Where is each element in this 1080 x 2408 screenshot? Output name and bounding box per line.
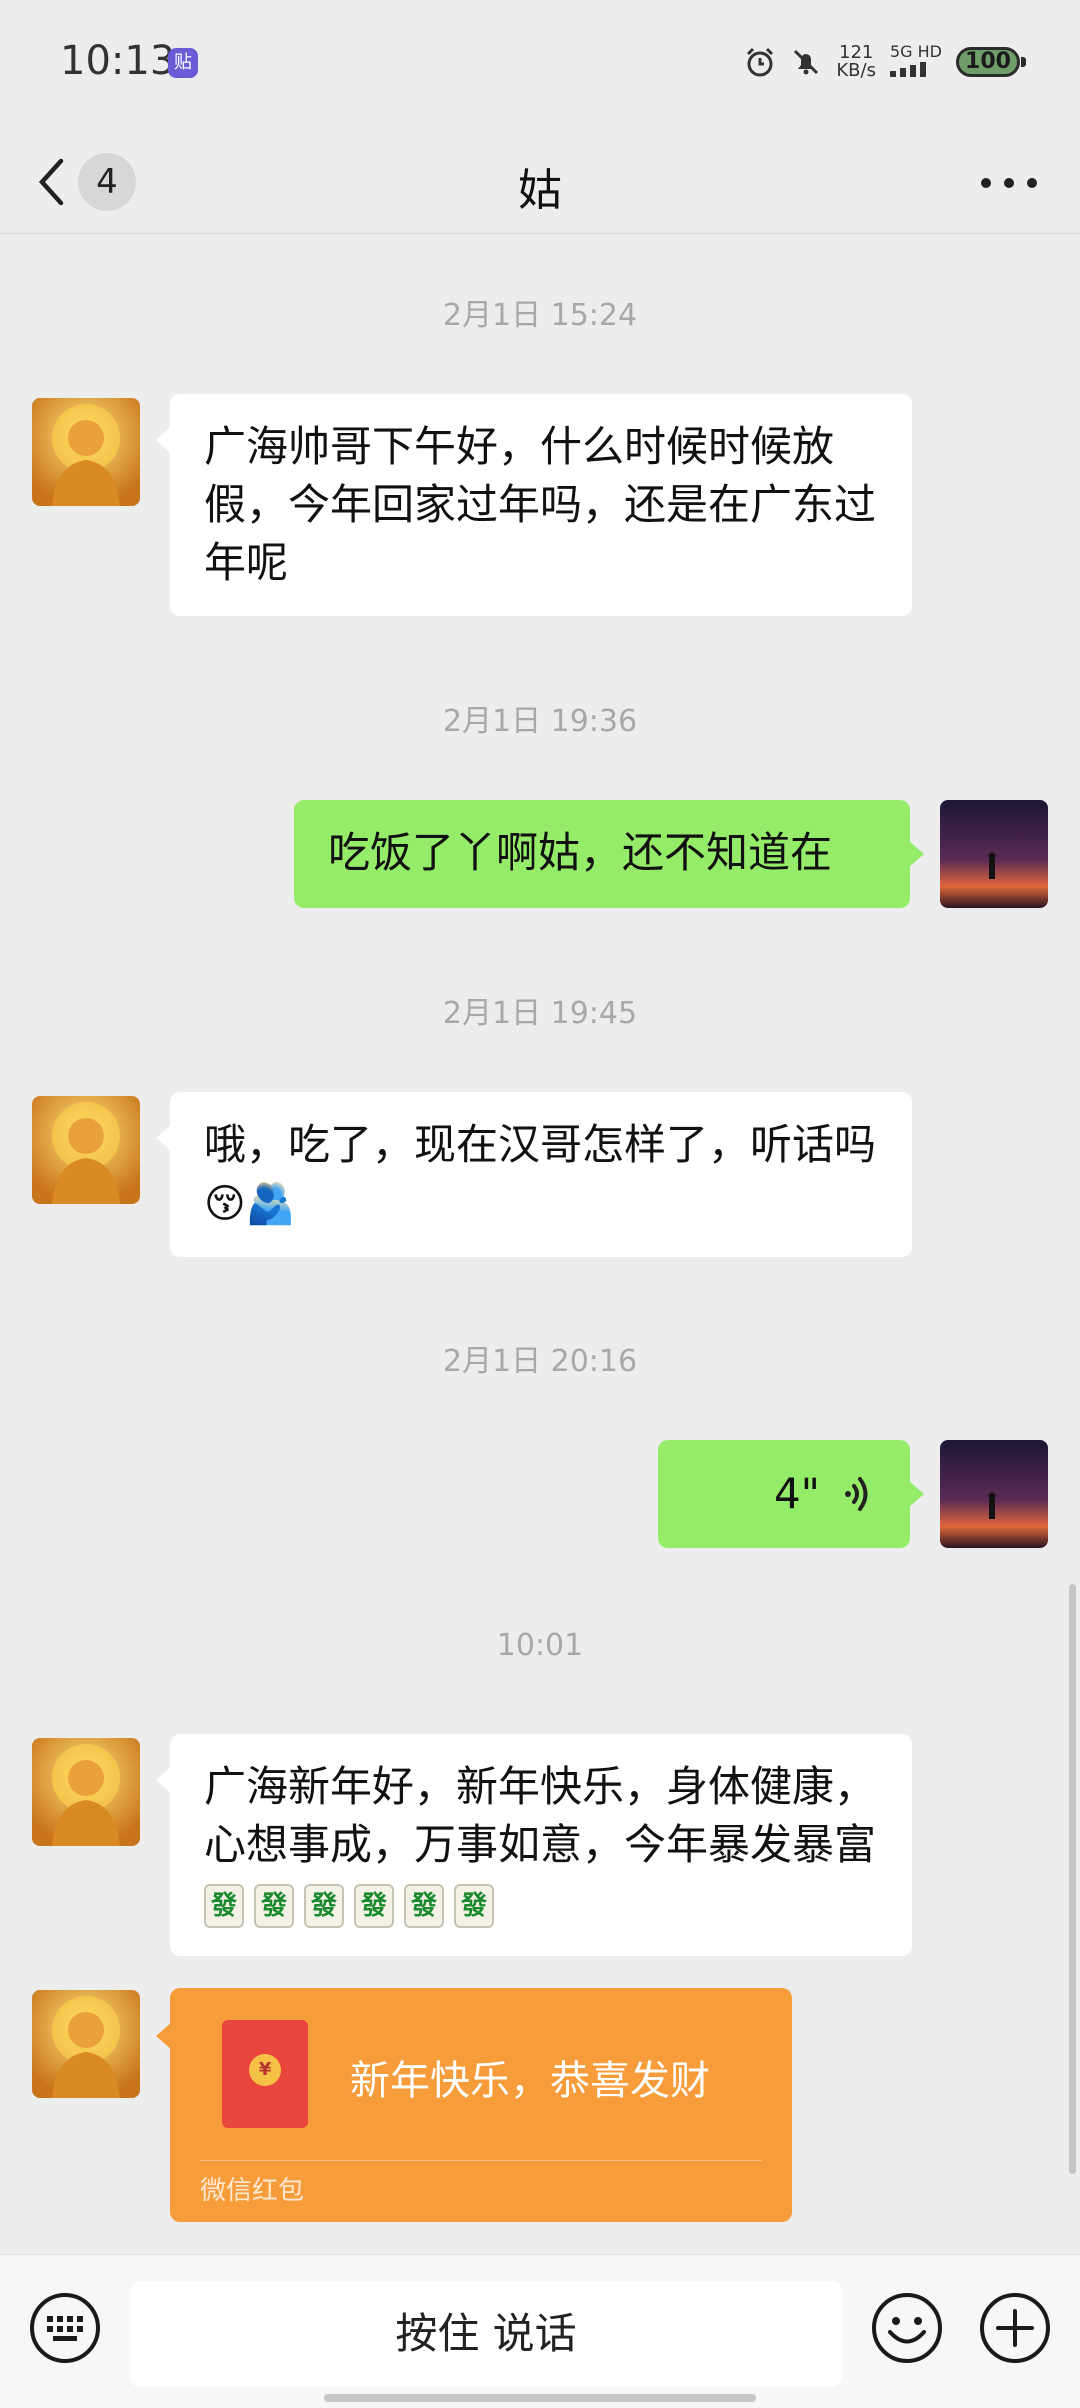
buddha-avatar-icon [32,1738,140,1846]
buddha-avatar-icon [32,398,140,506]
message-text: 广海帅哥下午好，什么时候时候放假，今年回家过年吗，还是在广东过年呢 [204,422,877,587]
contact-avatar[interactable] [32,1738,140,1846]
message-timestamp: 2月1日 20:16 [442,1344,638,1379]
home-indicator[interactable] [324,2394,756,2402]
mahjong-tile-emoji: 發 [454,1883,494,1928]
sunset-silhouette-avatar-icon [940,1440,1048,1548]
wechat-chat-screen: 10:13 贴 121 KB/s 5G HD 100 4 姑 2月1日 15:2… [0,0,1080,2408]
buddha-avatar-icon [32,1096,140,1204]
contact-avatar[interactable] [32,1990,140,2098]
input-bar: 按住 说话 [0,2254,1080,2408]
mahjong-tile-emoji: 發 [354,1883,394,1928]
contact-avatar[interactable] [32,398,140,506]
message-timestamp: 2月1日 19:45 [442,996,638,1031]
red-packet-title: 新年快乐，恭喜发财 [350,2058,710,2104]
message-timestamp: 2月1日 15:24 [442,298,638,333]
yuan-coin-icon: ¥ [249,2054,281,2086]
hold-to-talk-button[interactable]: 按住 说话 [130,2281,842,2387]
app-notification-icon: 贴 [168,48,198,78]
divider [200,2160,762,2161]
more-options-icon[interactable] [974,158,1044,208]
status-icons: 121 KB/s 5G HD 100 [744,40,1026,84]
signal-indicator: 5G HD [889,42,942,81]
signal-label: 5G HD [889,42,942,61]
mahjong-tile-emoji: 發 [404,1883,444,1928]
my-avatar[interactable] [940,800,1048,908]
scrollbar[interactable] [1069,1584,1076,2174]
incoming-message-bubble[interactable]: 广海新年好，新年快乐，身体健康，心想事成，万事如意，今年暴发暴富發發發發發發 [156,1734,912,1956]
chat-header: 4 姑 [0,130,1080,234]
mahjong-tile-emoji: 發 [304,1883,344,1928]
incoming-message-bubble[interactable]: 哦，吃了，现在汉哥怎样了，听话吗 😚🫂 [156,1092,912,1257]
signal-bars-icon [889,62,926,77]
sunset-silhouette-avatar-icon [940,800,1048,908]
mute-bell-icon [794,49,819,75]
message-text: 哦，吃了，现在汉哥怎样了，听话吗 [204,1120,877,1169]
message-timestamp: 2月1日 19:36 [442,704,638,739]
outgoing-message-bubble[interactable]: 吃饭了丫啊姑，还不知道在 [294,800,924,908]
plus-icon[interactable] [978,2291,1052,2365]
chat-title: 姑 [518,165,562,216]
voice-wave-icon [845,1477,868,1511]
status-time: 10:13 [60,38,176,84]
network-speed: 121 KB/s [836,44,876,80]
red-envelope-icon: ¥ [222,2020,308,2128]
contact-avatar[interactable] [32,1096,140,1204]
battery-indicator: 100 [956,47,1026,77]
red-packet-label: 微信红包 [200,2176,305,2206]
voice-message-bubble[interactable]: 4" [658,1440,924,1548]
alarm-icon [747,47,774,77]
message-list[interactable]: 2月1日 15:24 广海帅哥下午好，什么时候时候放假，今年回家过年吗，还是在广… [0,234,1080,2254]
hug-emoji: 🫂 [245,1181,296,1227]
emoji-icon[interactable] [870,2291,944,2365]
message-text: 广海新年好，新年快乐，身体健康，心想事成，万事如意，今年暴发暴富 [204,1762,877,1869]
status-bar: 10:13 贴 121 KB/s 5G HD 100 [0,0,1080,130]
incoming-message-bubble[interactable]: 广海帅哥下午好，什么时候时候放假，今年回家过年吗，还是在广东过年呢 [156,394,912,616]
buddha-avatar-icon [32,1990,140,2098]
message-timestamp: 10:01 [496,1628,584,1663]
mahjong-tile-emoji: 發 [254,1883,294,1928]
message-text: 吃饭了丫啊姑，还不知道在 [328,828,833,877]
keyboard-toggle-icon[interactable] [28,2291,102,2365]
voice-duration: 4" [773,1469,820,1518]
my-avatar[interactable] [940,1440,1048,1548]
network-speed-unit: KB/s [836,60,876,81]
mahjong-tile-emoji: 發 [204,1883,244,1928]
kissing-face-emoji: 😚 [204,1181,246,1227]
red-packet-message[interactable]: ¥ 新年快乐，恭喜发财 微信红包 [156,1988,792,2222]
